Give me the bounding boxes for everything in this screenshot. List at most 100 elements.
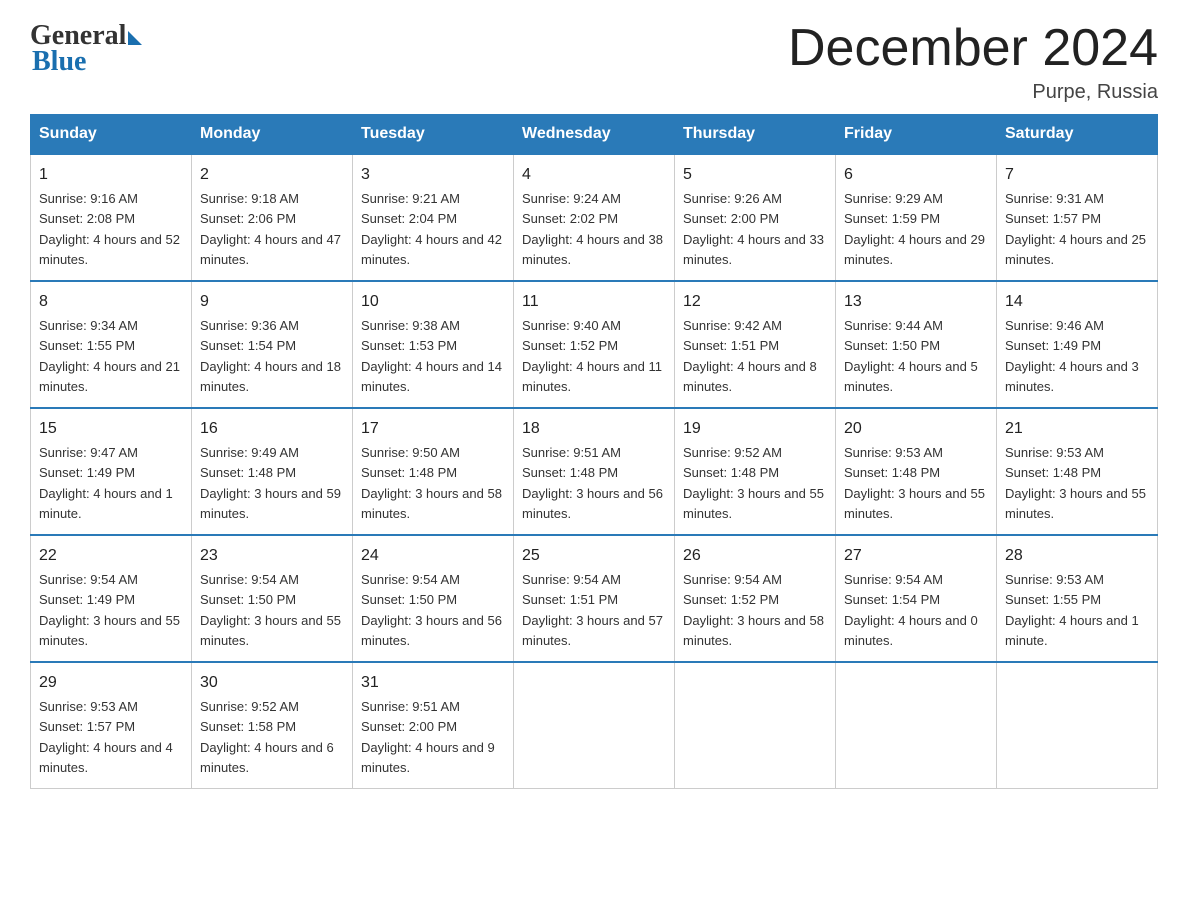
- day-info: Sunrise: 9:21 AMSunset: 2:04 PMDaylight:…: [361, 191, 502, 267]
- day-info: Sunrise: 9:44 AMSunset: 1:50 PMDaylight:…: [844, 318, 978, 394]
- day-info: Sunrise: 9:53 AMSunset: 1:57 PMDaylight:…: [39, 699, 173, 775]
- title-block: December 2024 Purpe, Russia: [788, 20, 1158, 104]
- day-info: Sunrise: 9:54 AMSunset: 1:51 PMDaylight:…: [522, 572, 663, 648]
- day-info: Sunrise: 9:29 AMSunset: 1:59 PMDaylight:…: [844, 191, 985, 267]
- calendar-cell: 2 Sunrise: 9:18 AMSunset: 2:06 PMDaylight…: [192, 154, 353, 281]
- day-info: Sunrise: 9:50 AMSunset: 1:48 PMDaylight:…: [361, 445, 502, 521]
- day-info: Sunrise: 9:54 AMSunset: 1:50 PMDaylight:…: [200, 572, 341, 648]
- day-info: Sunrise: 9:36 AMSunset: 1:54 PMDaylight:…: [200, 318, 341, 394]
- day-number: 17: [361, 417, 505, 441]
- calendar-cell: 6 Sunrise: 9:29 AMSunset: 1:59 PMDaylight…: [836, 154, 997, 281]
- calendar-cell: [997, 662, 1158, 789]
- calendar-cell: 8 Sunrise: 9:34 AMSunset: 1:55 PMDaylight…: [31, 281, 192, 408]
- day-info: Sunrise: 9:46 AMSunset: 1:49 PMDaylight:…: [1005, 318, 1139, 394]
- day-number: 14: [1005, 290, 1149, 314]
- calendar-col-sunday: Sunday: [31, 115, 192, 155]
- calendar-cell: 1Sunrise: 9:16 AMSunset: 2:08 PMDaylight…: [31, 154, 192, 281]
- calendar-cell: 5 Sunrise: 9:26 AMSunset: 2:00 PMDaylight…: [675, 154, 836, 281]
- day-number: 5: [683, 163, 827, 187]
- day-number: 20: [844, 417, 988, 441]
- calendar-cell: 14 Sunrise: 9:46 AMSunset: 1:49 PMDayligh…: [997, 281, 1158, 408]
- day-info: Sunrise: 9:49 AMSunset: 1:48 PMDaylight:…: [200, 445, 341, 521]
- day-info: Sunrise: 9:53 AMSunset: 1:55 PMDaylight:…: [1005, 572, 1139, 648]
- calendar-cell: 17 Sunrise: 9:50 AMSunset: 1:48 PMDayligh…: [353, 408, 514, 535]
- day-number: 2: [200, 163, 344, 187]
- day-info: Sunrise: 9:51 AMSunset: 1:48 PMDaylight:…: [522, 445, 663, 521]
- calendar-cell: 11 Sunrise: 9:40 AMSunset: 1:52 PMDayligh…: [514, 281, 675, 408]
- location-label: Purpe, Russia: [788, 81, 1158, 104]
- calendar-cell: 26 Sunrise: 9:54 AMSunset: 1:52 PMDayligh…: [675, 535, 836, 662]
- calendar-cell: 22 Sunrise: 9:54 AMSunset: 1:49 PMDayligh…: [31, 535, 192, 662]
- day-number: 22: [39, 544, 183, 568]
- calendar-week-row: 29 Sunrise: 9:53 AMSunset: 1:57 PMDayligh…: [31, 662, 1158, 789]
- calendar-col-thursday: Thursday: [675, 115, 836, 155]
- day-info: Sunrise: 9:54 AMSunset: 1:54 PMDaylight:…: [844, 572, 978, 648]
- calendar-cell: 29 Sunrise: 9:53 AMSunset: 1:57 PMDayligh…: [31, 662, 192, 789]
- calendar-cell: 3 Sunrise: 9:21 AMSunset: 2:04 PMDaylight…: [353, 154, 514, 281]
- calendar-cell: 31Sunrise: 9:51 AMSunset: 2:00 PMDayligh…: [353, 662, 514, 789]
- day-number: 30: [200, 671, 344, 695]
- calendar-cell: 28 Sunrise: 9:53 AMSunset: 1:55 PMDayligh…: [997, 535, 1158, 662]
- calendar-cell: 16 Sunrise: 9:49 AMSunset: 1:48 PMDayligh…: [192, 408, 353, 535]
- logo-arrow-icon: [128, 31, 142, 45]
- day-info: Sunrise: 9:26 AMSunset: 2:00 PMDaylight:…: [683, 191, 824, 267]
- calendar-col-tuesday: Tuesday: [353, 115, 514, 155]
- day-info: Sunrise: 9:54 AMSunset: 1:50 PMDaylight:…: [361, 572, 502, 648]
- calendar-cell: 27 Sunrise: 9:54 AMSunset: 1:54 PMDayligh…: [836, 535, 997, 662]
- calendar-col-wednesday: Wednesday: [514, 115, 675, 155]
- calendar-week-row: 1Sunrise: 9:16 AMSunset: 2:08 PMDaylight…: [31, 154, 1158, 281]
- day-number: 8: [39, 290, 183, 314]
- day-number: 23: [200, 544, 344, 568]
- day-number: 21: [1005, 417, 1149, 441]
- day-number: 12: [683, 290, 827, 314]
- day-number: 29: [39, 671, 183, 695]
- day-number: 28: [1005, 544, 1149, 568]
- day-number: 6: [844, 163, 988, 187]
- day-info: Sunrise: 9:16 AMSunset: 2:08 PMDaylight:…: [39, 191, 180, 267]
- day-number: 4: [522, 163, 666, 187]
- day-number: 18: [522, 417, 666, 441]
- calendar-cell: 9 Sunrise: 9:36 AMSunset: 1:54 PMDaylight…: [192, 281, 353, 408]
- day-number: 27: [844, 544, 988, 568]
- day-number: 16: [200, 417, 344, 441]
- day-info: Sunrise: 9:54 AMSunset: 1:49 PMDaylight:…: [39, 572, 180, 648]
- calendar-cell: [675, 662, 836, 789]
- day-number: 3: [361, 163, 505, 187]
- day-info: Sunrise: 9:38 AMSunset: 1:53 PMDaylight:…: [361, 318, 502, 394]
- day-number: 10: [361, 290, 505, 314]
- day-number: 11: [522, 290, 666, 314]
- calendar-week-row: 22 Sunrise: 9:54 AMSunset: 1:49 PMDayligh…: [31, 535, 1158, 662]
- day-info: Sunrise: 9:31 AMSunset: 1:57 PMDaylight:…: [1005, 191, 1146, 267]
- calendar-cell: 7 Sunrise: 9:31 AMSunset: 1:57 PMDaylight…: [997, 154, 1158, 281]
- logo: General Blue: [30, 20, 142, 78]
- day-info: Sunrise: 9:34 AMSunset: 1:55 PMDaylight:…: [39, 318, 180, 394]
- day-number: 13: [844, 290, 988, 314]
- day-info: Sunrise: 9:40 AMSunset: 1:52 PMDaylight:…: [522, 318, 662, 394]
- calendar-cell: 24 Sunrise: 9:54 AMSunset: 1:50 PMDayligh…: [353, 535, 514, 662]
- day-info: Sunrise: 9:54 AMSunset: 1:52 PMDaylight:…: [683, 572, 824, 648]
- day-number: 7: [1005, 163, 1149, 187]
- day-info: Sunrise: 9:53 AMSunset: 1:48 PMDaylight:…: [844, 445, 985, 521]
- calendar-cell: [836, 662, 997, 789]
- day-info: Sunrise: 9:18 AMSunset: 2:06 PMDaylight:…: [200, 191, 341, 267]
- calendar-week-row: 8 Sunrise: 9:34 AMSunset: 1:55 PMDaylight…: [31, 281, 1158, 408]
- day-number: 15: [39, 417, 183, 441]
- calendar-week-row: 15Sunrise: 9:47 AMSunset: 1:49 PMDayligh…: [31, 408, 1158, 535]
- calendar-cell: 10 Sunrise: 9:38 AMSunset: 1:53 PMDayligh…: [353, 281, 514, 408]
- day-number: 19: [683, 417, 827, 441]
- day-number: 26: [683, 544, 827, 568]
- calendar-cell: 4 Sunrise: 9:24 AMSunset: 2:02 PMDaylight…: [514, 154, 675, 281]
- calendar-col-monday: Monday: [192, 115, 353, 155]
- calendar-cell: 19Sunrise: 9:52 AMSunset: 1:48 PMDayligh…: [675, 408, 836, 535]
- page-header: General Blue December 2024 Purpe, Russia: [30, 20, 1158, 104]
- calendar-cell: 30 Sunrise: 9:52 AMSunset: 1:58 PMDayligh…: [192, 662, 353, 789]
- day-number: 24: [361, 544, 505, 568]
- calendar-col-friday: Friday: [836, 115, 997, 155]
- day-number: 9: [200, 290, 344, 314]
- calendar-cell: 15Sunrise: 9:47 AMSunset: 1:49 PMDayligh…: [31, 408, 192, 535]
- calendar-table: SundayMondayTuesdayWednesdayThursdayFrid…: [30, 114, 1158, 789]
- day-info: Sunrise: 9:52 AMSunset: 1:58 PMDaylight:…: [200, 699, 334, 775]
- logo-blue-text: Blue: [32, 46, 86, 78]
- day-info: Sunrise: 9:24 AMSunset: 2:02 PMDaylight:…: [522, 191, 663, 267]
- calendar-cell: 23 Sunrise: 9:54 AMSunset: 1:50 PMDayligh…: [192, 535, 353, 662]
